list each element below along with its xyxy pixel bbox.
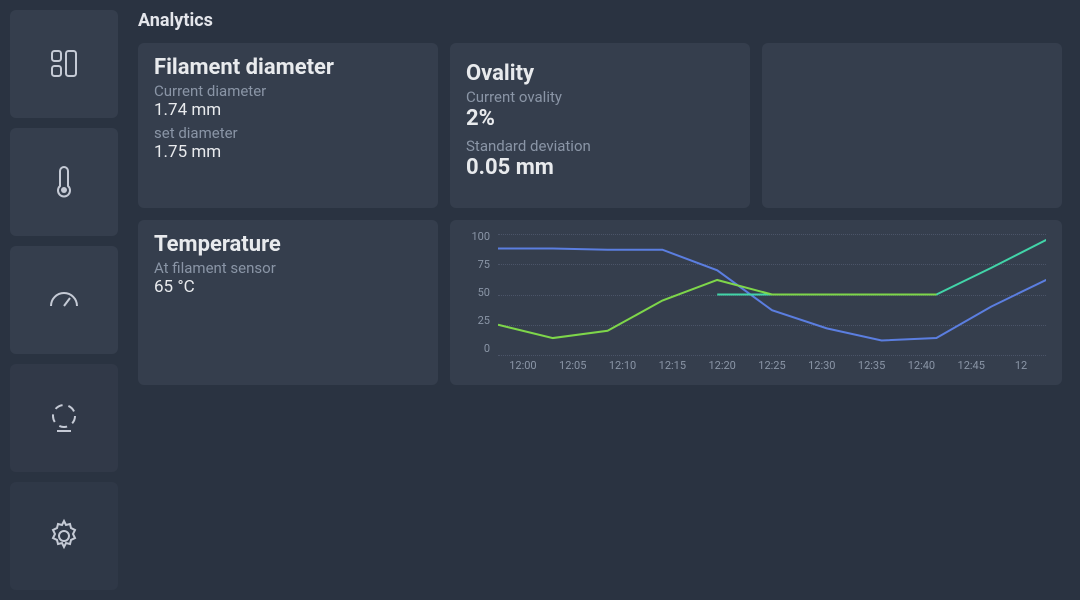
line-chart-card: 100 75 50 25 0 — [450, 220, 1062, 385]
y-tick: 50 — [466, 286, 490, 299]
gauge-icon — [46, 282, 82, 318]
sidebar-item-temperature[interactable] — [10, 128, 118, 236]
sidebar-item-gauge[interactable] — [10, 246, 118, 354]
x-tick: 12:25 — [747, 359, 797, 373]
gear-icon — [46, 518, 82, 554]
chart-svg — [498, 234, 1046, 355]
x-axis: 12:00 12:05 12:10 12:15 12:20 12:25 12:3… — [498, 359, 1046, 373]
filament-set-label: set diameter — [154, 124, 422, 142]
sidebar-item-analytics[interactable] — [10, 364, 118, 472]
y-tick: 25 — [466, 314, 490, 327]
y-axis: 100 75 50 25 0 — [466, 230, 494, 355]
card-temperature: Temperature At filament sensor 65 °C — [138, 220, 438, 385]
filament-current-value: 1.74 mm — [154, 100, 422, 120]
y-tick: 100 — [466, 230, 490, 243]
x-tick: 12:00 — [498, 359, 548, 373]
card-title: Ovality — [466, 61, 734, 86]
line-series-green — [498, 280, 936, 338]
temperature-sublabel: At filament sensor — [154, 259, 422, 277]
x-tick: 12:40 — [897, 359, 947, 373]
plot-area — [498, 234, 1046, 355]
y-tick: 0 — [466, 342, 490, 355]
thermometer-icon — [46, 164, 82, 200]
temperature-value: 65 °C — [154, 277, 422, 297]
x-tick: 12:35 — [847, 359, 897, 373]
sidebar-item-layout[interactable] — [10, 10, 118, 118]
main-content: Analytics Filament diameter Current diam… — [128, 0, 1080, 600]
sidebar — [0, 0, 128, 600]
ovality-stddev-value: 0.05 mm — [466, 155, 734, 180]
ovality-stddev-label: Standard deviation — [466, 137, 734, 155]
y-tick: 75 — [466, 258, 490, 271]
sidebar-item-settings[interactable] — [10, 482, 118, 590]
x-tick: 12:30 — [797, 359, 847, 373]
x-tick: 12:10 — [598, 359, 648, 373]
layout-icon — [46, 46, 82, 82]
x-tick: 12:05 — [548, 359, 598, 373]
card-filament-diameter: Filament diameter Current diameter 1.74 … — [138, 43, 438, 208]
ovality-current-label: Current ovality — [466, 88, 734, 106]
chart-area: 100 75 50 25 0 — [466, 230, 1046, 373]
card-title: Filament diameter — [154, 55, 422, 80]
cards-row-1: Filament diameter Current diameter 1.74 … — [138, 43, 1070, 208]
x-tick: 12:15 — [647, 359, 697, 373]
cards-row-2: Temperature At filament sensor 65 °C 100… — [138, 220, 1070, 385]
card-empty — [762, 43, 1062, 208]
dashed-circle-icon — [46, 400, 82, 436]
card-ovality: Ovality Current ovality 2% Standard devi… — [450, 43, 750, 208]
line-series-teal — [717, 240, 1046, 294]
ovality-current-value: 2% — [466, 106, 734, 131]
x-tick: 12:20 — [697, 359, 747, 373]
x-tick: 12:45 — [946, 359, 996, 373]
filament-current-label: Current diameter — [154, 82, 422, 100]
filament-set-value: 1.75 mm — [154, 142, 422, 162]
x-tick: 12 — [996, 359, 1046, 373]
page-title: Analytics — [138, 10, 1070, 31]
card-title: Temperature — [154, 232, 422, 257]
